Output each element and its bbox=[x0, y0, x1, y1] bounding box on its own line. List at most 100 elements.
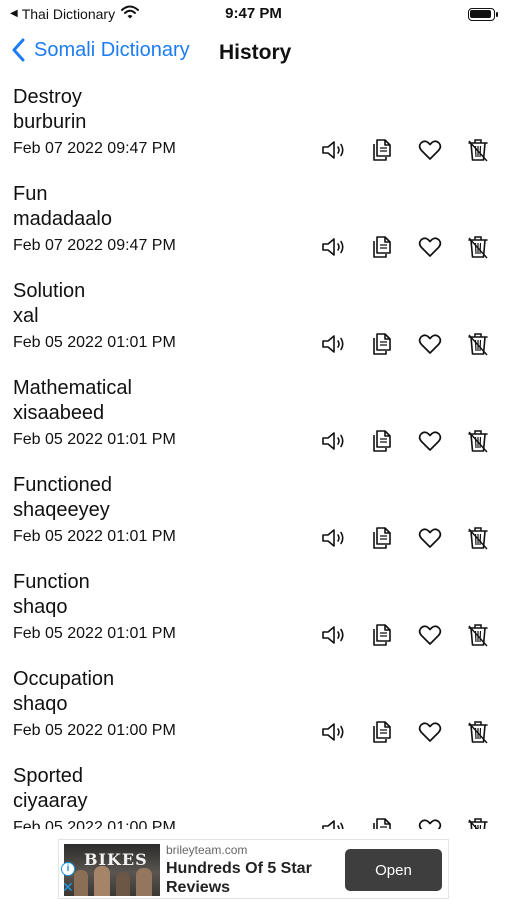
favorite-button[interactable] bbox=[414, 330, 446, 358]
speak-button[interactable] bbox=[318, 718, 350, 746]
history-date: Feb 05 2022 01:00 PM bbox=[13, 819, 176, 829]
row-actions bbox=[318, 427, 496, 455]
speak-button[interactable] bbox=[318, 815, 350, 829]
copy-button[interactable] bbox=[366, 427, 398, 455]
history-row[interactable]: Functioned shaqeeyey Feb 05 2022 01:01 P… bbox=[0, 472, 507, 569]
favorite-button[interactable] bbox=[414, 718, 446, 746]
status-bar: ◀ Thai Dictionary 9:47 PM bbox=[0, 0, 507, 28]
history-row[interactable]: Function shaqo Feb 05 2022 01:01 PM bbox=[0, 569, 507, 666]
heart-icon bbox=[418, 819, 442, 829]
delete-button[interactable] bbox=[462, 815, 494, 829]
speak-button[interactable] bbox=[318, 621, 350, 649]
history-date: Feb 07 2022 09:47 PM bbox=[13, 140, 176, 157]
trash-icon bbox=[468, 236, 488, 259]
heart-icon bbox=[418, 431, 442, 451]
favorite-button[interactable] bbox=[414, 233, 446, 261]
ad-banner[interactable]: BIKES i ✕ brileyteam.com Hundreds Of 5 S… bbox=[58, 839, 449, 899]
history-word: Destroy bbox=[13, 86, 82, 108]
ad-info-icon[interactable]: i bbox=[61, 862, 75, 876]
ad-image-person bbox=[116, 872, 130, 896]
battery-icon bbox=[468, 8, 498, 21]
trash-icon bbox=[468, 527, 488, 550]
chevron-left-icon bbox=[12, 38, 25, 62]
heart-icon bbox=[418, 528, 442, 548]
ad-open-button[interactable]: Open bbox=[345, 849, 442, 891]
copy-button[interactable] bbox=[366, 524, 398, 552]
copy-icon bbox=[373, 333, 391, 355]
back-button-label: Somali Dictionary bbox=[34, 38, 190, 61]
speaker-icon bbox=[322, 238, 344, 256]
speaker-icon bbox=[322, 141, 344, 159]
delete-button[interactable] bbox=[462, 427, 494, 455]
history-date: Feb 05 2022 01:01 PM bbox=[13, 528, 176, 545]
delete-button[interactable] bbox=[462, 718, 494, 746]
history-translation: shaqo bbox=[13, 693, 68, 715]
copy-button[interactable] bbox=[366, 136, 398, 164]
delete-button[interactable] bbox=[462, 233, 494, 261]
copy-button[interactable] bbox=[366, 233, 398, 261]
row-actions bbox=[318, 233, 496, 261]
speaker-icon bbox=[322, 529, 344, 547]
heart-icon bbox=[418, 722, 442, 742]
ad-image[interactable]: BIKES bbox=[64, 844, 160, 896]
ad-headline[interactable]: Hundreds Of 5 Star Reviews bbox=[166, 859, 326, 897]
history-translation: madadaalo bbox=[13, 208, 112, 230]
delete-button[interactable] bbox=[462, 621, 494, 649]
speak-button[interactable] bbox=[318, 330, 350, 358]
heart-icon bbox=[418, 237, 442, 257]
favorite-button[interactable] bbox=[414, 524, 446, 552]
trash-icon bbox=[468, 139, 488, 162]
row-actions bbox=[318, 330, 496, 358]
back-button[interactable]: Somali Dictionary bbox=[12, 38, 190, 62]
copy-button[interactable] bbox=[366, 330, 398, 358]
history-row[interactable]: Occupation shaqo Feb 05 2022 01:00 PM bbox=[0, 666, 507, 763]
row-actions bbox=[318, 136, 496, 164]
favorite-button[interactable] bbox=[414, 136, 446, 164]
history-word: Solution bbox=[13, 280, 86, 302]
navigation-bar: Somali Dictionary History bbox=[0, 30, 507, 74]
copy-button[interactable] bbox=[366, 718, 398, 746]
favorite-button[interactable] bbox=[414, 427, 446, 455]
trash-icon bbox=[468, 818, 488, 829]
history-translation: xal bbox=[13, 305, 39, 327]
delete-button[interactable] bbox=[462, 524, 494, 552]
speak-button[interactable] bbox=[318, 427, 350, 455]
speaker-icon bbox=[322, 820, 344, 829]
speak-button[interactable] bbox=[318, 136, 350, 164]
copy-icon bbox=[373, 624, 391, 646]
speaker-icon bbox=[322, 626, 344, 644]
delete-button[interactable] bbox=[462, 136, 494, 164]
row-actions bbox=[318, 815, 496, 829]
speak-button[interactable] bbox=[318, 233, 350, 261]
row-actions bbox=[318, 524, 496, 552]
history-row[interactable]: Sported ciyaaray Feb 05 2022 01:00 PM bbox=[0, 763, 507, 829]
history-date: Feb 07 2022 09:47 PM bbox=[13, 237, 176, 254]
trash-icon bbox=[468, 430, 488, 453]
history-row[interactable]: Fun madadaalo Feb 07 2022 09:47 PM bbox=[0, 181, 507, 278]
history-word: Occupation bbox=[13, 668, 115, 690]
status-time: 9:47 PM bbox=[225, 5, 282, 22]
history-word: Fun bbox=[13, 183, 48, 205]
copy-icon bbox=[373, 139, 391, 161]
copy-button[interactable] bbox=[366, 815, 398, 829]
history-word: Functioned bbox=[13, 474, 112, 496]
heart-icon bbox=[418, 625, 442, 645]
history-row[interactable]: Solution xal Feb 05 2022 01:01 PM bbox=[0, 278, 507, 375]
history-translation: shaqeeyey bbox=[13, 499, 110, 521]
speak-button[interactable] bbox=[318, 524, 350, 552]
history-row[interactable]: Destroy burburin Feb 07 2022 09:47 PM bbox=[0, 84, 507, 181]
copy-button[interactable] bbox=[366, 621, 398, 649]
copy-icon bbox=[373, 430, 391, 452]
history-translation: ciyaaray bbox=[13, 790, 88, 812]
history-list[interactable]: Destroy burburin Feb 07 2022 09:47 PM Fu… bbox=[0, 84, 507, 829]
history-word: Function bbox=[13, 571, 90, 593]
ad-image-person bbox=[74, 870, 88, 896]
history-word: Mathematical bbox=[13, 377, 132, 399]
ad-image-person bbox=[136, 868, 152, 896]
delete-button[interactable] bbox=[462, 330, 494, 358]
history-row[interactable]: Mathematical xisaabeed Feb 05 2022 01:01… bbox=[0, 375, 507, 472]
history-word: Sported bbox=[13, 765, 84, 787]
ad-close-icon[interactable]: ✕ bbox=[62, 880, 74, 894]
favorite-button[interactable] bbox=[414, 815, 446, 829]
favorite-button[interactable] bbox=[414, 621, 446, 649]
